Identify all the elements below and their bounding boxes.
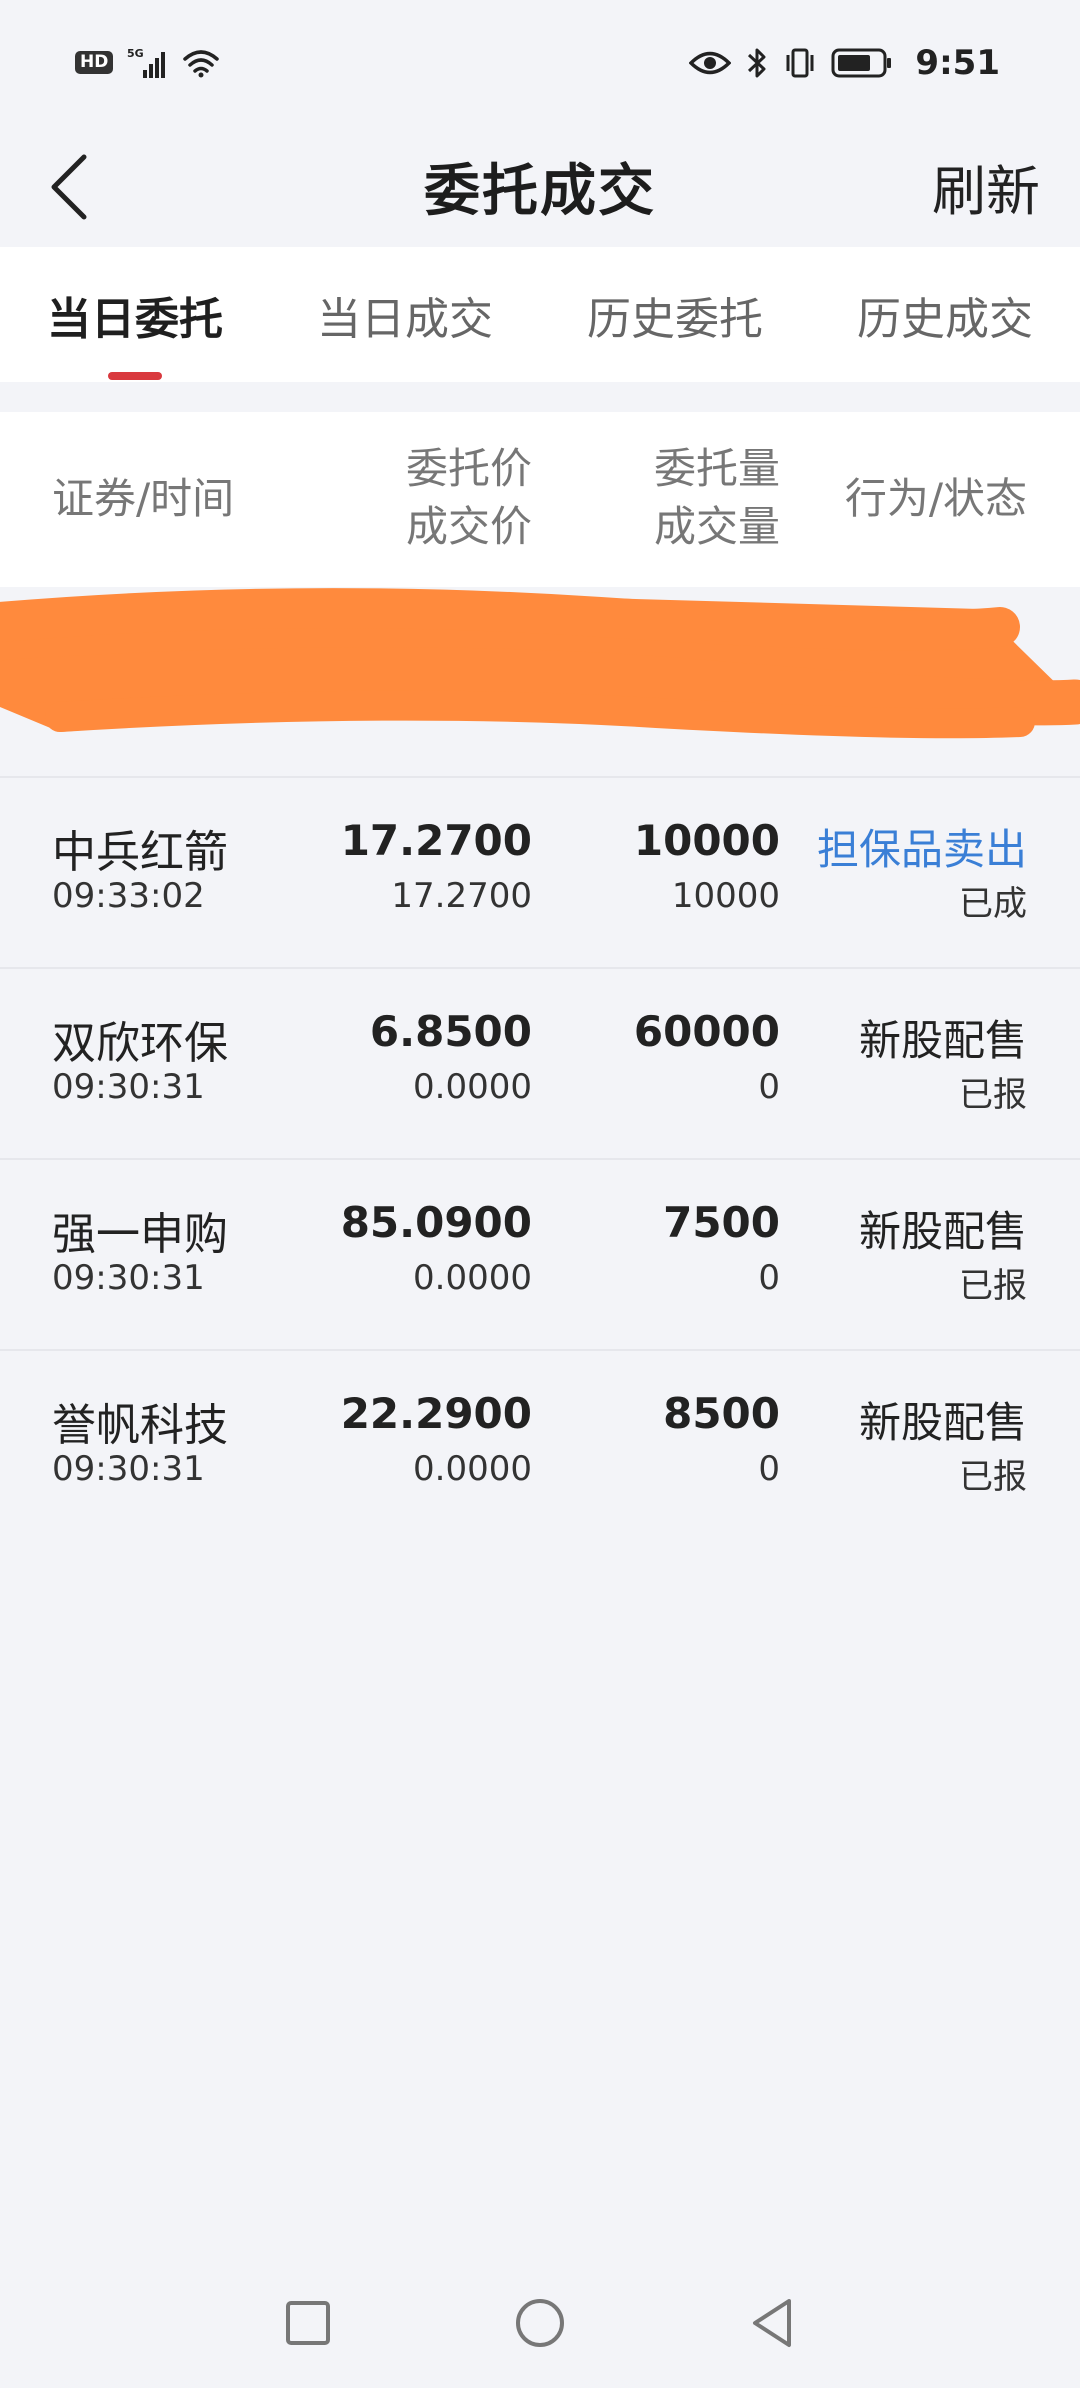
header-deal-qty: 成交量 bbox=[653, 502, 780, 551]
tab-history-deals[interactable]: 历史成交 bbox=[810, 247, 1080, 382]
table-header: 证券/时间 委托价 成交价 委托量 成交量 行为/状态 bbox=[0, 412, 1080, 587]
order-status: 已成 bbox=[959, 884, 1027, 924]
header-price: 委托价 成交价 bbox=[406, 440, 532, 556]
square-icon bbox=[286, 2301, 330, 2345]
table-row[interactable]: 中兵红箭 09:33:02 17.2700 17.2700 10000 1000… bbox=[0, 778, 1080, 969]
order-action: 担保品卖出 bbox=[816, 825, 1027, 874]
order-time: 09:30:31 bbox=[52, 1449, 205, 1489]
order-time: 09:33:02 bbox=[52, 876, 205, 916]
table-row[interactable]: 誉帆科技 09:30:31 22.2900 0.0000 8500 0 新股配售… bbox=[0, 1351, 1080, 1542]
deal-quantity: 0 bbox=[758, 1449, 780, 1489]
bluetooth-icon bbox=[745, 46, 769, 80]
deal-price: 0.0000 bbox=[413, 1067, 532, 1107]
header-order-qty: 委托量 bbox=[653, 444, 780, 493]
deal-quantity: 10000 bbox=[671, 876, 780, 916]
order-price: 85.0900 bbox=[340, 1198, 532, 1247]
order-action: 新股配售 bbox=[858, 1207, 1027, 1256]
vibrate-icon bbox=[783, 46, 817, 80]
security-name: 强一申购 bbox=[52, 1209, 228, 1260]
order-price: 22.2900 bbox=[340, 1389, 532, 1438]
order-time: 09:30:31 bbox=[52, 1067, 205, 1107]
order-time: 09:30:31 bbox=[52, 1258, 205, 1298]
tab-today-orders[interactable]: 当日委托 bbox=[0, 247, 270, 382]
redaction-scribble bbox=[0, 588, 1080, 739]
security-name: 中兵红箭 bbox=[52, 827, 228, 878]
home-button[interactable] bbox=[504, 2287, 576, 2359]
refresh-button[interactable]: 刷新 bbox=[932, 143, 1040, 229]
order-quantity: 10000 bbox=[633, 816, 780, 865]
header-action-status: 行为/状态 bbox=[844, 474, 1027, 523]
wifi-icon bbox=[181, 47, 221, 79]
header-quantity: 委托量 成交量 bbox=[654, 440, 780, 556]
deal-price: 17.2700 bbox=[391, 876, 532, 916]
status-left: HD 5G bbox=[75, 46, 221, 80]
nav-bar: 委托成交 刷新 bbox=[0, 125, 1080, 247]
security-name: 双欣环保 bbox=[52, 1018, 228, 1069]
order-price: 17.2700 bbox=[340, 816, 532, 865]
status-bar: HD 5G 9:51 bbox=[0, 0, 1080, 125]
tab-label: 当日委托 bbox=[47, 293, 223, 345]
status-right: 9:51 bbox=[689, 43, 1000, 83]
eye-icon bbox=[689, 48, 732, 78]
header-order-price: 委托价 bbox=[405, 444, 532, 493]
recent-apps-button[interactable] bbox=[272, 2287, 344, 2359]
tab-history-orders[interactable]: 历史委托 bbox=[540, 247, 810, 382]
order-action: 新股配售 bbox=[858, 1398, 1027, 1447]
page-title: 委托成交 bbox=[424, 158, 656, 224]
header-security-time: 证券/时间 bbox=[52, 474, 235, 523]
circle-icon bbox=[516, 2299, 564, 2347]
tab-today-deals[interactable]: 当日成交 bbox=[270, 247, 540, 382]
order-quantity: 8500 bbox=[663, 1389, 780, 1438]
deal-quantity: 0 bbox=[758, 1067, 780, 1107]
deal-quantity: 0 bbox=[758, 1258, 780, 1298]
order-status: 已报 bbox=[959, 1075, 1027, 1115]
tab-label: 历史委托 bbox=[587, 293, 763, 345]
back-button[interactable] bbox=[30, 147, 110, 227]
tab-label: 当日成交 bbox=[317, 293, 493, 345]
table-row-redacted[interactable]: 入 bbox=[0, 587, 1080, 778]
order-quantity: 60000 bbox=[633, 1007, 780, 1056]
clock-time: 9:51 bbox=[915, 42, 1000, 83]
order-price: 6.8500 bbox=[369, 1007, 532, 1056]
table-row[interactable]: 双欣环保 09:30:31 6.8500 0.0000 60000 0 新股配售… bbox=[0, 969, 1080, 1160]
signal-icon: 5G bbox=[127, 46, 167, 80]
deal-price: 0.0000 bbox=[413, 1449, 532, 1489]
tab-label: 历史成交 bbox=[857, 293, 1033, 345]
tab-bar: 当日委托 当日成交 历史委托 历史成交 bbox=[0, 247, 1080, 382]
order-status: 已报 bbox=[959, 1266, 1027, 1306]
deal-price: 0.0000 bbox=[413, 1258, 532, 1298]
header-deal-price: 成交价 bbox=[405, 502, 532, 551]
order-status: 已报 bbox=[959, 1457, 1027, 1497]
battery-icon bbox=[831, 47, 893, 79]
chevron-left-icon bbox=[51, 154, 87, 220]
table-row[interactable]: 强一申购 09:30:31 85.0900 0.0000 7500 0 新股配售… bbox=[0, 1160, 1080, 1351]
active-tab-indicator bbox=[108, 372, 162, 380]
system-nav-bar bbox=[0, 2258, 1080, 2388]
svg-text:5G: 5G bbox=[127, 47, 144, 60]
security-name: 誉帆科技 bbox=[52, 1400, 228, 1451]
hd-icon: HD bbox=[75, 51, 114, 74]
order-list: 入 中兵红箭 09:33:02 17.2700 17.2700 10000 10… bbox=[0, 587, 1080, 1542]
order-action: 新股配售 bbox=[858, 1016, 1027, 1065]
back-nav-button[interactable] bbox=[736, 2287, 808, 2359]
triangle-back-icon bbox=[753, 2299, 791, 2347]
order-quantity: 7500 bbox=[663, 1198, 780, 1247]
